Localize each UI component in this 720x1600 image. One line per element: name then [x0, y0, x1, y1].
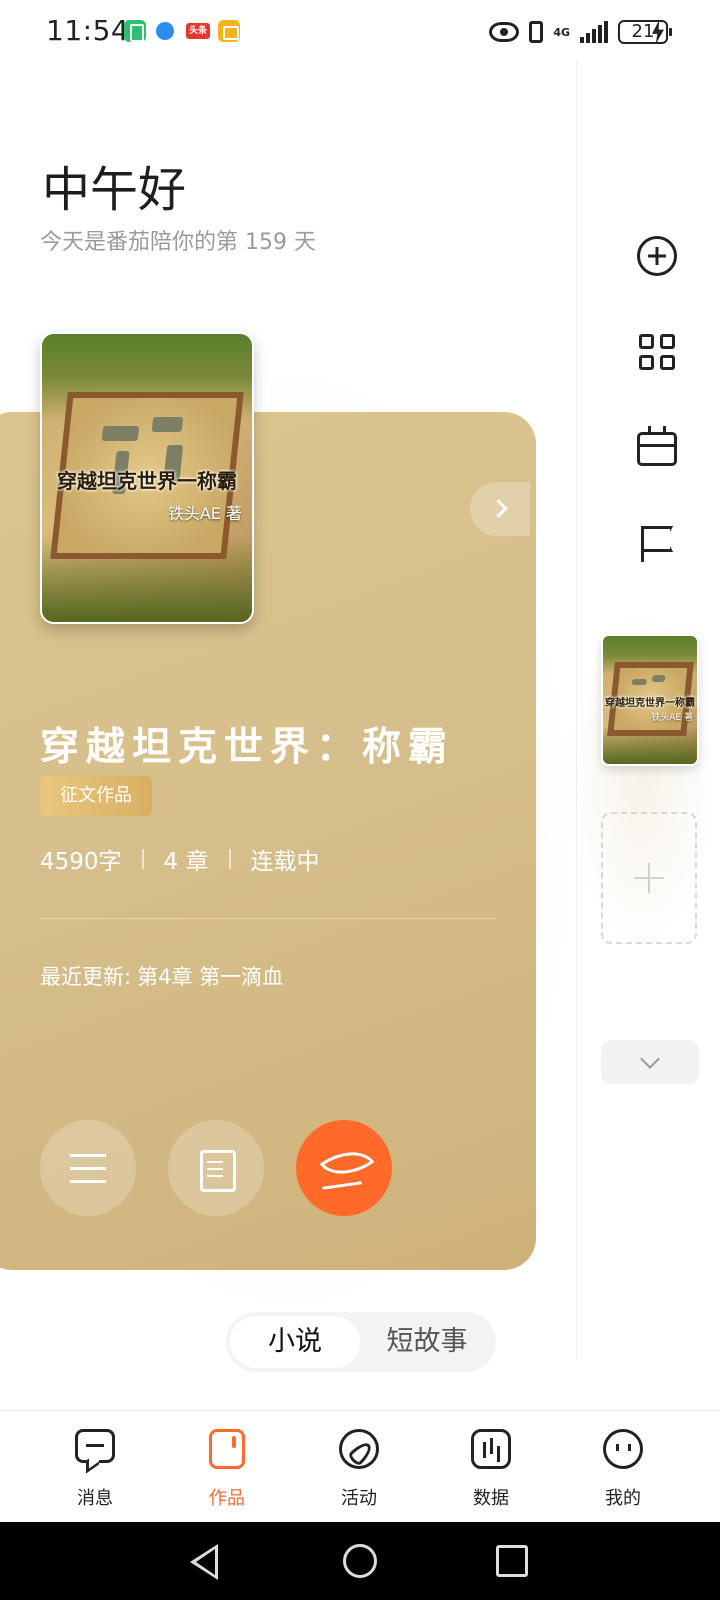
book-cover[interactable]: 穿越坦克世界一称霸 铁头AE 著	[40, 332, 254, 624]
toutiao-icon: 头条	[186, 23, 210, 39]
document-icon[interactable]	[168, 1120, 264, 1216]
greeting-title: 中午好	[42, 162, 187, 218]
status-time: 11:54	[46, 14, 130, 47]
hourglass-icon	[124, 20, 146, 42]
nav-label: 活动	[341, 1488, 377, 1509]
book-stats: 4590字 4 章 连载中	[40, 842, 320, 876]
nav-messages[interactable]: 消息	[40, 1411, 150, 1523]
eye-icon	[489, 22, 520, 42]
book-title: 穿越坦克世界：称霸	[40, 725, 455, 770]
add-circle-icon[interactable]	[637, 236, 677, 276]
quill-write-icon[interactable]	[296, 1120, 392, 1216]
thumbnail-title: 穿越坦克世界一称霸	[605, 698, 695, 709]
flag-icon[interactable]	[637, 524, 677, 564]
nav-label: 数据	[473, 1488, 509, 1509]
latest-update-label: 最近更新:	[40, 965, 132, 989]
system-nav-bar	[0, 1522, 720, 1600]
message-icon	[75, 1429, 115, 1463]
stat-divider	[141, 849, 144, 869]
word-count: 4590字	[40, 849, 122, 875]
book-thumbnail[interactable]: 穿越坦克世界一称霸 铁头AE 著	[601, 634, 699, 766]
calendar-icon[interactable]	[637, 426, 677, 466]
nav-activities[interactable]: 活动	[304, 1411, 414, 1523]
next-arrow-button[interactable]	[470, 482, 530, 536]
cover-title: 穿越坦克世界一称霸	[57, 469, 237, 493]
home-icon[interactable]	[343, 1544, 377, 1578]
back-icon[interactable]	[190, 1544, 218, 1580]
works-icon	[209, 1429, 245, 1469]
type-segment: 小说 短故事	[226, 1312, 496, 1372]
compass-icon	[339, 1429, 379, 1469]
vibrate-icon	[529, 21, 544, 43]
contest-tag: 征文作品	[40, 776, 152, 816]
segment-short-story[interactable]: 短故事	[362, 1316, 492, 1368]
greeting-subtitle: 今天是番茄陪你的第 159 天	[40, 230, 316, 255]
latest-update[interactable]: 最近更新: 第4章 第一滴血	[40, 961, 283, 991]
add-book-slot[interactable]	[601, 812, 697, 944]
stat-divider	[228, 849, 231, 869]
right-rail: 穿越坦克世界一称霸 铁头AE 著	[567, 60, 720, 1360]
card-divider	[40, 918, 496, 919]
nav-label: 作品	[209, 1488, 245, 1509]
serial-status: 连载中	[250, 849, 320, 875]
gift-icon	[218, 20, 240, 42]
bottom-nav: 消息 作品 活动 数据 我的	[0, 1410, 720, 1522]
chevron-down-icon[interactable]	[601, 1040, 699, 1084]
nav-label: 消息	[77, 1488, 113, 1509]
signal-icon	[580, 21, 608, 43]
bar-chart-icon	[471, 1429, 511, 1469]
nav-data[interactable]: 数据	[436, 1411, 546, 1523]
nav-profile[interactable]: 我的	[568, 1411, 678, 1523]
cover-author: 铁头AE 著	[167, 504, 242, 523]
profile-icon	[603, 1429, 643, 1469]
nav-works[interactable]: 作品	[172, 1411, 282, 1523]
thumbnail-author: 铁头AE 著	[651, 713, 693, 723]
nav-label: 我的	[605, 1488, 641, 1509]
globe-icon	[156, 22, 174, 40]
grid-icon[interactable]	[637, 332, 677, 372]
recent-apps-icon[interactable]	[496, 1545, 528, 1577]
status-bar: 11:54 头条 4G 21	[0, 0, 720, 64]
chapter-count: 4 章	[163, 849, 209, 875]
status-indicators: 4G 21	[489, 18, 672, 46]
network-type: 4G	[553, 25, 570, 39]
segment-novel[interactable]: 小说	[230, 1316, 360, 1368]
menu-icon[interactable]	[40, 1120, 136, 1216]
latest-update-chapter: 第4章 第一滴血	[137, 965, 284, 989]
